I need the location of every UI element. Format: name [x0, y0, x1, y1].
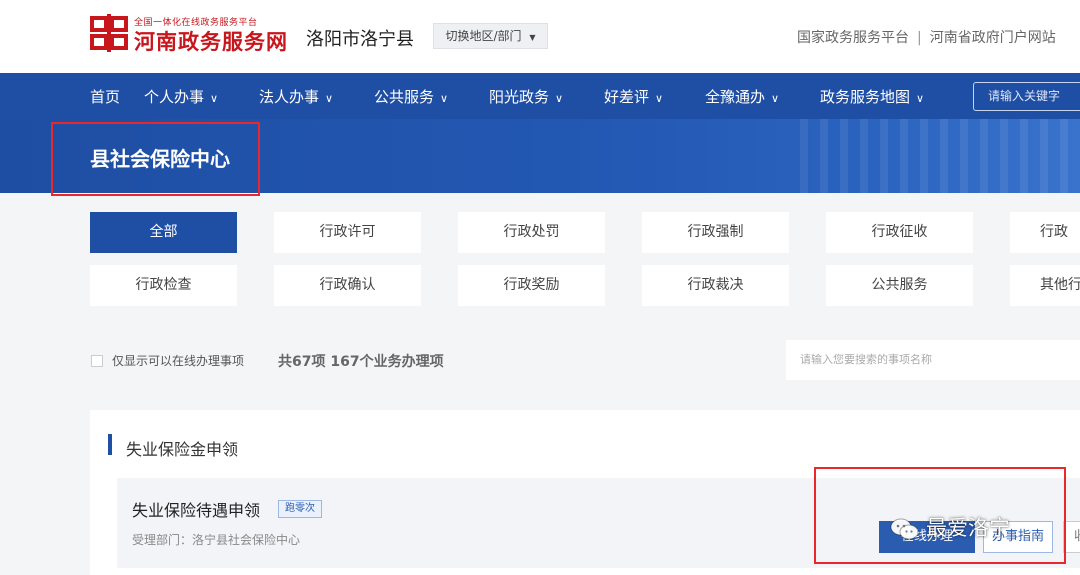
item-department: 受理部门：洛宁县社会保险中心: [132, 533, 301, 547]
logo-title[interactable]: 河南政务服务网: [134, 26, 288, 56]
item-search-input[interactable]: 请输入您要搜索的事项名称: [786, 340, 1080, 380]
nav-label: 个人办事: [144, 88, 205, 106]
nav-label: 全豫通办: [705, 88, 766, 106]
chevron-down-icon: ∨: [771, 92, 780, 105]
category-levy[interactable]: 行政征收: [826, 212, 973, 253]
category-enforcement[interactable]: 行政强制: [642, 212, 789, 253]
item-badge: 跑零次: [278, 500, 322, 518]
nav-item-personal[interactable]: 个人办事 ∨: [144, 86, 218, 107]
nav-item-service-map[interactable]: 政务服务地图 ∨: [820, 86, 924, 107]
banner-decoration: [800, 119, 1080, 193]
top-links: 国家政务服务平台 | 河南省政府门户网站: [797, 27, 1056, 47]
nav-item-rating[interactable]: 好差评 ∨: [604, 86, 663, 107]
region-name: 洛阳市洛宁县: [306, 29, 414, 50]
section-marker: [108, 434, 112, 455]
switch-region-label: 切换地区/部门: [445, 29, 522, 43]
category-public-service[interactable]: 公共服务: [826, 265, 973, 306]
main-nav: 首页 个人办事 ∨ 法人办事 ∨ 公共服务 ∨ 阳光政务 ∨ 好差评 ∨ 全豫通办 ∨ 政务…: [0, 73, 1080, 119]
category-penalty[interactable]: 行政处罚: [458, 212, 605, 253]
nav-item-legal[interactable]: 法人办事 ∨: [259, 86, 333, 107]
chevron-down-icon: ∨: [440, 92, 449, 105]
switch-region-button[interactable]: 切换地区/部门 ▼: [433, 23, 548, 49]
category-inspection[interactable]: 行政检查: [90, 265, 237, 306]
chevron-down-icon: ∨: [655, 92, 664, 105]
link-separator: |: [917, 30, 922, 46]
nav-item-province-wide[interactable]: 全豫通办 ∨: [705, 86, 779, 107]
nav-label: 法人办事: [259, 88, 320, 106]
nav-item-public-service[interactable]: 公共服务 ∨: [374, 86, 448, 107]
logo-icon[interactable]: [90, 14, 128, 52]
nav-label: 好差评: [604, 88, 650, 106]
nav-item-sunshine[interactable]: 阳光政务 ∨: [489, 86, 563, 107]
category-license[interactable]: 行政许可: [274, 212, 421, 253]
category-other-partial[interactable]: 其他行: [1010, 265, 1080, 306]
nav-item-home[interactable]: 首页: [90, 86, 120, 107]
link-national-platform[interactable]: 国家政务服务平台: [797, 30, 909, 46]
category-admin-partial[interactable]: 行政: [1010, 212, 1080, 253]
online-only-label[interactable]: 仅显示可以在线办理事项: [112, 352, 244, 369]
nav-label: 阳光政务: [489, 88, 550, 106]
nav-label: 首页: [90, 88, 121, 106]
nav-search-input[interactable]: 请输入关键字: [973, 82, 1080, 111]
category-all[interactable]: 全部: [90, 212, 237, 253]
highlight-box: [51, 122, 260, 196]
watermark: 最爱洛宁: [890, 512, 1010, 542]
site-header: 全国一体化在线政务服务平台 河南政务服务网 洛阳市洛宁县 切换地区/部门 ▼ 国…: [0, 0, 1080, 73]
wechat-icon: [890, 518, 919, 540]
link-henan-portal[interactable]: 河南省政府门户网站: [930, 30, 1056, 46]
category-ruling[interactable]: 行政裁决: [642, 265, 789, 306]
item-title[interactable]: 失业保险待遇申领: [132, 497, 260, 521]
online-only-checkbox[interactable]: [91, 355, 103, 367]
nav-label: 政务服务地图: [820, 88, 911, 106]
chevron-down-icon: ∨: [916, 92, 925, 105]
watermark-text: 最爱洛宁: [926, 516, 1010, 540]
chevron-down-icon: ∨: [325, 92, 334, 105]
result-count: 共67项 167个业务办理项: [278, 354, 444, 370]
chevron-down-icon: ∨: [210, 92, 219, 105]
category-reward[interactable]: 行政奖励: [458, 265, 605, 306]
category-confirmation[interactable]: 行政确认: [274, 265, 421, 306]
section-title: 失业保险金申领: [126, 440, 239, 459]
caret-down-icon: ▼: [529, 33, 536, 42]
chevron-down-icon: ∨: [555, 92, 564, 105]
nav-label: 公共服务: [374, 88, 435, 106]
